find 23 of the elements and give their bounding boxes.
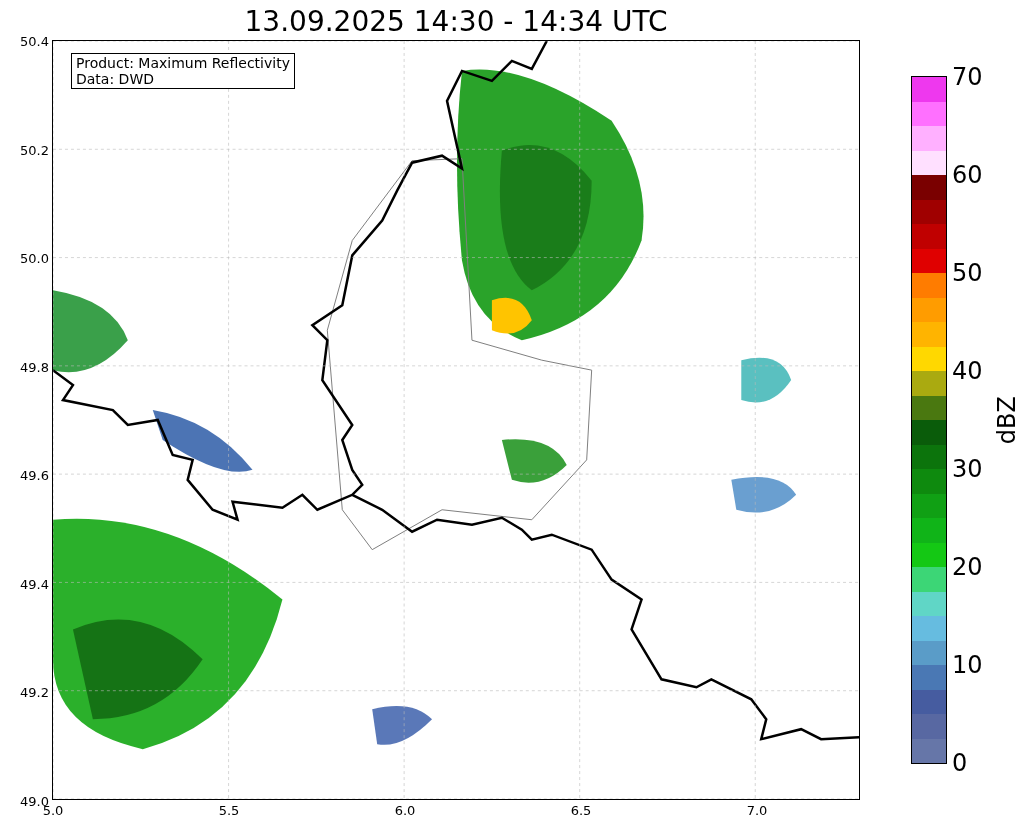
- colorbar-tick-label: 50: [952, 261, 983, 285]
- x-tick-label: 6.5: [570, 803, 592, 818]
- x-tick-label: 6.0: [394, 803, 416, 818]
- y-tick-label: 50.4: [19, 33, 49, 49]
- y-tick-label: 49.4: [19, 576, 49, 592]
- colorbar-label: dBZ: [993, 395, 1019, 445]
- chart-title: 13.09.2025 14:30 - 14:34 UTC: [243, 4, 669, 40]
- colorbar-tick-label: 0: [952, 751, 968, 775]
- x-tick-label: 5.5: [218, 803, 240, 818]
- colorbar-tick-label: 40: [952, 359, 983, 383]
- y-tick-label: 49.6: [19, 467, 49, 483]
- colorbar-tick-label: 70: [952, 65, 983, 89]
- colorbar-tick-label: 60: [952, 163, 983, 187]
- colorbar-tick-label: 20: [952, 555, 983, 579]
- legend-text: Product: Maximum Reflectivity: [76, 55, 290, 71]
- legend-text: Data: DWD: [76, 71, 155, 87]
- y-tick-label: 50.0: [19, 250, 49, 266]
- y-tick-label: 50.2: [19, 142, 49, 158]
- colorbar-tick-label: 30: [952, 457, 983, 481]
- x-tick-label: 7.0: [746, 803, 768, 818]
- colorbar-tick-label: 10: [952, 653, 983, 677]
- y-tick-label: 49.8: [19, 359, 49, 375]
- y-tick-label: 49.2: [19, 684, 49, 700]
